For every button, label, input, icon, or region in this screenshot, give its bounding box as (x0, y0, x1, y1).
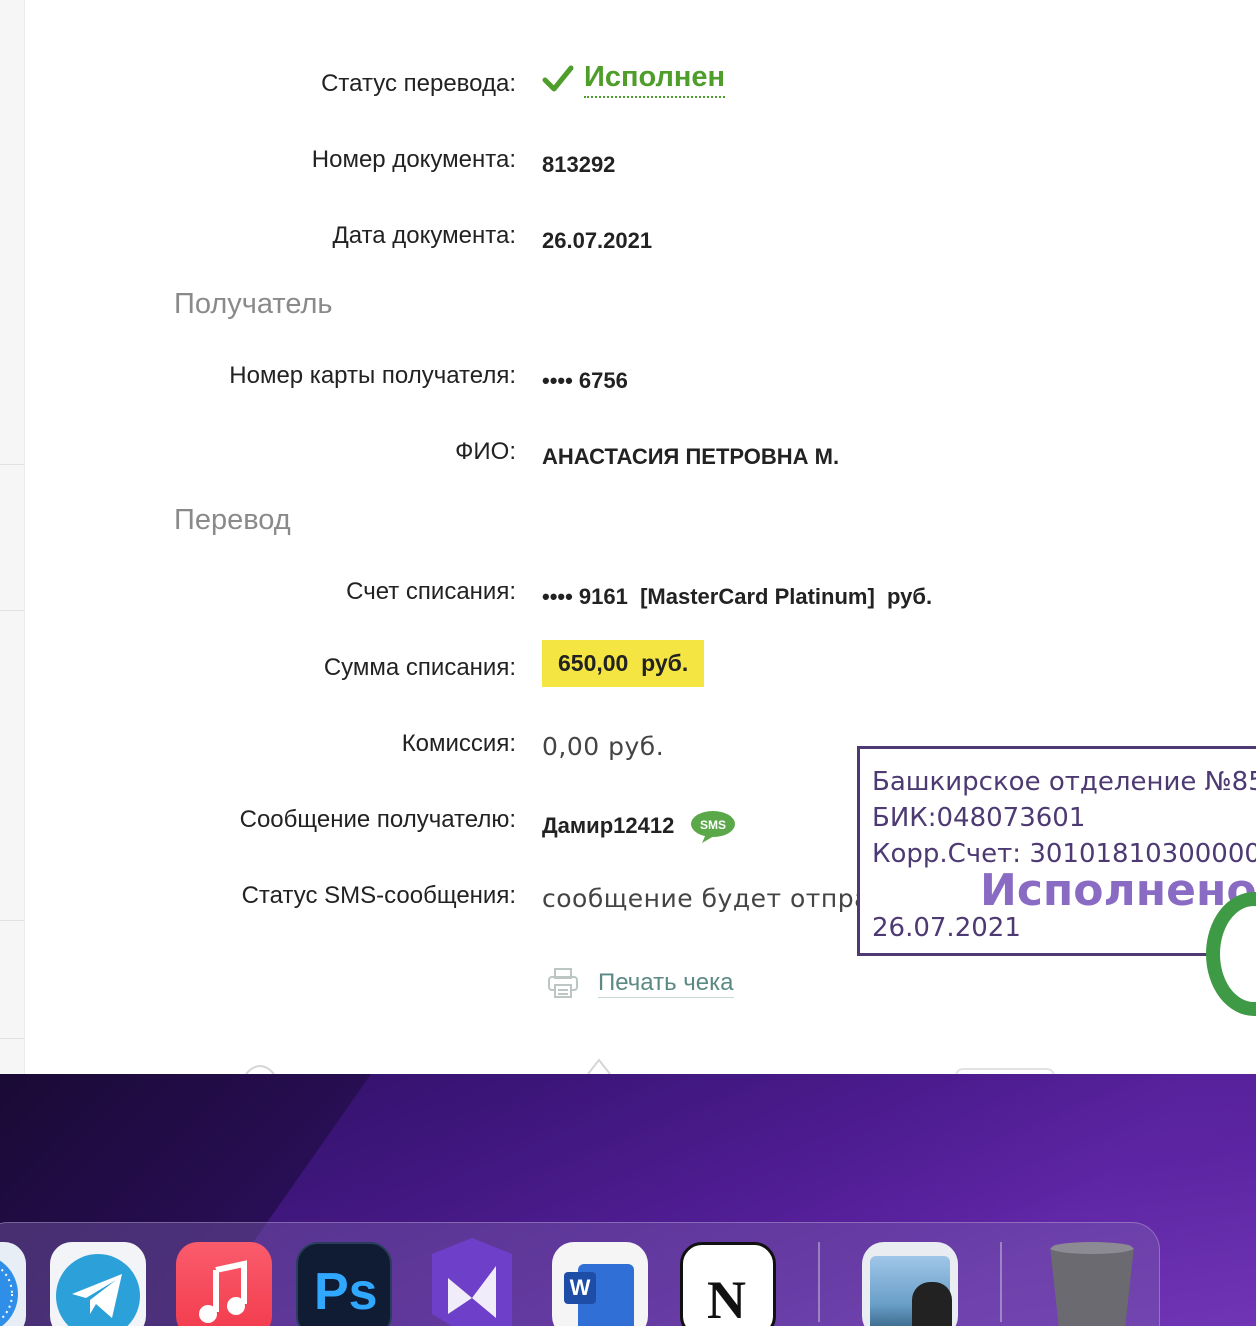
stamp-date: 26.07.2021 (872, 913, 1021, 943)
notion-icon[interactable]: N (680, 1242, 776, 1326)
fee-label: Комиссия: (401, 730, 516, 757)
card-number-label: Номер карты получателя: (229, 362, 516, 389)
checkmark-icon (542, 65, 574, 92)
status-text[interactable]: Исполнен (584, 60, 726, 98)
status-value[interactable]: Исполнен (542, 60, 726, 98)
telegram-icon[interactable] (50, 1242, 146, 1326)
desktop-background: Ps W N (0, 1074, 1256, 1326)
debit-account-label: Счет списания: (346, 578, 516, 605)
action-button-partial[interactable] (955, 1058, 1055, 1074)
amount-value: 650,00 руб. (542, 640, 705, 687)
printer-icon (548, 968, 578, 998)
template-icon[interactable] (584, 1058, 614, 1074)
transfer-section-title: Перевод (174, 504, 291, 536)
print-receipt-link[interactable]: Печать чека (546, 966, 734, 1000)
dock-separator (818, 1242, 820, 1322)
status-row: Статус перевода: Исполнен (0, 61, 1256, 110)
word-icon[interactable]: W (552, 1242, 648, 1326)
music-icon[interactable] (176, 1242, 272, 1326)
photoshop-label: Ps (314, 1263, 378, 1321)
sidebar-divider (0, 1038, 24, 1039)
amount-label: Сумма списания: (323, 654, 516, 681)
word-label: W (564, 1272, 596, 1304)
dock-separator (1000, 1242, 1002, 1322)
message-value: Дамир12412 (542, 812, 675, 838)
fee-value: 0,00 руб. (542, 732, 665, 761)
notion-label: N (707, 1270, 746, 1326)
debit-account-row: Счет списания: •••• 9161 [MasterCard Pla… (0, 578, 1256, 618)
doc-number-label: Номер документа: (311, 146, 516, 173)
status-label: Статус перевода: (321, 70, 516, 97)
bank-stamp: Башкирское отделение №8598 БИК:048073601… (857, 746, 1256, 956)
card-number-value: •••• 6756 (542, 368, 628, 393)
sms-status-label: Статус SMS-сообщения: (241, 882, 516, 909)
payment-details-page: Статус перевода: Исполнен Номер документ… (0, 0, 1256, 1074)
recipient-name-row: ФИО: АНАСТАСИЯ ПЕТРОВНА М. (0, 438, 1256, 478)
card-number-row: Номер карты получателя: •••• 6756 (0, 362, 1256, 402)
recipient-section-title: Получатель (174, 288, 333, 320)
doc-number-row: Номер документа: 813292 (0, 146, 1256, 186)
stamp-branch: Башкирское отделение №8598 (872, 767, 1256, 797)
message-label: Сообщение получателю: (239, 806, 516, 833)
amount-row: Сумма списания: 650,00 руб. (0, 640, 1256, 694)
doc-date-row: Дата документа: 26.07.2021 (0, 222, 1256, 262)
stamp-bik: БИК:048073601 (872, 803, 1086, 833)
photoshop-icon[interactable]: Ps (296, 1242, 392, 1326)
sms-icon[interactable]: SMS (690, 810, 736, 844)
doc-number-value: 813292 (542, 152, 616, 177)
trash-icon[interactable] (1044, 1242, 1140, 1326)
visual-studio-icon[interactable] (424, 1234, 520, 1326)
repeat-icon[interactable] (240, 1058, 280, 1074)
safari-icon[interactable] (0, 1242, 26, 1326)
stamp-executed: Исполнено (980, 865, 1256, 916)
preview-icon[interactable] (862, 1242, 958, 1326)
doc-date-value: 26.07.2021 (542, 228, 653, 253)
message-value-wrap: Дамир12412 SMS (542, 810, 736, 844)
print-receipt-label[interactable]: Печать чека (598, 969, 734, 998)
recipient-name-value: АНАСТАСИЯ ПЕТРОВНА М. (542, 444, 840, 469)
recipient-name-label: ФИО: (455, 438, 516, 465)
sms-badge-text: SMS (700, 818, 726, 832)
debit-account-value: •••• 9161 [MasterCard Platinum] руб. (542, 584, 933, 609)
chat-widget-icon (1250, 944, 1256, 974)
doc-date-label: Дата документа: (332, 222, 516, 249)
